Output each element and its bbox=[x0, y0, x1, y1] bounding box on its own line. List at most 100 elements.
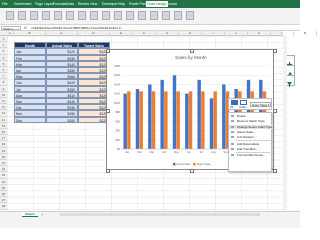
ribbon-tab-view[interactable]: View bbox=[90, 1, 97, 7]
vertical-scrollbar[interactable] bbox=[283, 36, 287, 211]
bar-actual-sales bbox=[123, 93, 127, 149]
x-tick-label: May bbox=[174, 150, 180, 154]
ribbon-button-icon[interactable] bbox=[66, 11, 74, 20]
ribbon-tab-file[interactable]: File bbox=[2, 1, 7, 7]
x-tick-label: Jul bbox=[200, 150, 204, 154]
x-tick-label: Jun bbox=[187, 150, 192, 154]
ribbon-tab-review[interactable]: Review bbox=[78, 1, 89, 7]
add-sheet-button[interactable]: + bbox=[41, 212, 43, 217]
ribbon-button-icon[interactable] bbox=[102, 11, 110, 20]
ribbon-button-icon[interactable] bbox=[186, 11, 194, 20]
ribbon-button-icon[interactable] bbox=[42, 11, 50, 20]
ribbon-button-icon[interactable] bbox=[30, 11, 38, 20]
menu-item-icon bbox=[231, 119, 234, 123]
y-tick-label: $180 bbox=[114, 64, 120, 68]
ribbon-tab-home[interactable]: Home bbox=[14, 1, 23, 7]
legend-label: Actual Sales bbox=[176, 162, 191, 166]
ribbon-button-icon[interactable] bbox=[54, 11, 62, 20]
bar-actual-sales bbox=[135, 89, 140, 149]
bar-actual-sales bbox=[222, 84, 226, 149]
bar-actual-sales bbox=[197, 79, 201, 149]
row-header[interactable]: 28 bbox=[0, 203, 7, 210]
bar-actual-sales bbox=[185, 93, 189, 149]
name-box[interactable]: Chart 1 bbox=[1, 26, 21, 31]
menu-item-label: 3-D Rotation... bbox=[237, 135, 257, 139]
context-menu-item-reset-to-match-style[interactable]: Reset to Match Style bbox=[229, 119, 273, 123]
bar-target-sales bbox=[188, 91, 193, 149]
menu-item-label: Format Data Series... bbox=[237, 153, 266, 157]
ribbon-tab-insert[interactable]: Insert bbox=[23, 1, 31, 7]
outline-icon[interactable] bbox=[240, 100, 247, 105]
context-menu-item-select-data[interactable]: Select Data... bbox=[229, 130, 273, 134]
x-tick-label: Aug bbox=[211, 150, 216, 154]
legend-swatch bbox=[193, 163, 196, 166]
ribbon-tab-formulas[interactable]: Formulas bbox=[53, 1, 67, 7]
y-tick-label: $20 bbox=[116, 138, 121, 142]
column-header-m[interactable]: M bbox=[294, 31, 317, 36]
bar-actual-sales bbox=[160, 79, 164, 149]
bar-actual-sales bbox=[209, 98, 214, 149]
bar-target-sales bbox=[139, 91, 143, 149]
context-menu-item-add-data-labels[interactable]: Add Data Labels bbox=[229, 142, 273, 146]
menu-item-label: Reset to Match Style bbox=[237, 119, 265, 123]
y-tick-label: $120 bbox=[114, 92, 120, 96]
y-tick-label: $140 bbox=[114, 82, 120, 86]
fx-icon[interactable]: fx bbox=[24, 26, 27, 30]
ribbon-button-icon[interactable] bbox=[90, 11, 98, 20]
bar-target-sales bbox=[127, 91, 131, 149]
bar-target-sales bbox=[213, 91, 217, 149]
ribbon-tab-page-layout[interactable]: Page Layout bbox=[35, 1, 54, 7]
formula-input[interactable]: =SERIES(Sheet1!$C$2,Sheet1!$B$3:$B$14,Sh… bbox=[31, 26, 121, 30]
context-menu: Delete Reset to Match Style Change Series … bbox=[228, 112, 275, 172]
ribbon-button-icon[interactable] bbox=[78, 11, 86, 20]
ribbon-tab-data[interactable]: Data bbox=[67, 1, 74, 7]
ribbon-button-icon[interactable] bbox=[114, 11, 122, 20]
resize-handle[interactable] bbox=[273, 109, 277, 113]
resize-handle[interactable] bbox=[190, 169, 194, 173]
menu-item-icon bbox=[231, 153, 234, 157]
y-tick-label: $160 bbox=[114, 73, 120, 77]
table-cell[interactable]: $150 bbox=[46, 116, 78, 123]
sheet-tab[interactable]: Sheet1 bbox=[22, 212, 38, 217]
resize-handle[interactable] bbox=[273, 169, 277, 173]
y-tick-label: $80 bbox=[116, 110, 121, 114]
ribbon-button-icon[interactable] bbox=[138, 11, 146, 20]
context-menu-item-3-d-rotation[interactable]: 3-D Rotation... bbox=[229, 135, 273, 139]
ribbon-tab-developer[interactable]: Developer bbox=[102, 1, 117, 7]
menu-item-icon bbox=[231, 114, 234, 118]
horizontal-scrollbar[interactable] bbox=[60, 213, 260, 216]
outline-label: Outline bbox=[239, 106, 247, 109]
x-tick-label: Feb bbox=[137, 150, 142, 154]
fill-label: Fill bbox=[230, 106, 234, 109]
resize-handle[interactable] bbox=[273, 49, 277, 53]
table-cell[interactable]: Dec bbox=[14, 116, 46, 123]
ribbon-button-icon[interactable] bbox=[18, 11, 26, 20]
ribbon-tab-chart-design[interactable]: Chart Design bbox=[146, 1, 168, 7]
bar-actual-sales bbox=[148, 84, 152, 149]
ribbon-button-icon[interactable] bbox=[174, 11, 182, 20]
context-menu-item-change-series-chart-type[interactable]: Change Series Chart Type... bbox=[229, 125, 275, 130]
resize-handle[interactable] bbox=[190, 49, 194, 53]
context-menu-item-delete[interactable]: Delete bbox=[229, 114, 273, 118]
legend-swatch bbox=[173, 163, 176, 166]
ribbon-tab-power-pivot[interactable]: Power Pivot bbox=[129, 1, 147, 7]
ribbon-button-icon[interactable] bbox=[126, 11, 134, 20]
menu-item-label: Add Trendline... bbox=[237, 147, 259, 151]
ribbon-button-icon[interactable] bbox=[6, 11, 14, 20]
y-tick-label: $100 bbox=[114, 101, 120, 105]
resize-handle[interactable] bbox=[106, 169, 110, 173]
ribbon-button-icon[interactable] bbox=[162, 11, 170, 20]
bar-target-sales bbox=[176, 91, 180, 149]
fill-icon[interactable] bbox=[231, 100, 238, 105]
mini-toolbar: Fill Outline Series "Target S..." bbox=[228, 98, 272, 110]
ribbon-button-icon[interactable] bbox=[150, 11, 158, 20]
resize-handle[interactable] bbox=[106, 49, 110, 53]
menu-item-icon bbox=[231, 142, 234, 146]
bar-actual-sales bbox=[172, 75, 177, 149]
context-menu-item-format-data-series[interactable]: Format Data Series... bbox=[229, 153, 273, 157]
ribbon-tab-help[interactable]: Help bbox=[118, 1, 125, 7]
ribbon-tab-format[interactable]: Format bbox=[166, 1, 177, 7]
series-select[interactable]: Series "Target S..." bbox=[250, 102, 271, 107]
bar-target-sales bbox=[201, 91, 205, 149]
resize-handle[interactable] bbox=[106, 109, 110, 113]
